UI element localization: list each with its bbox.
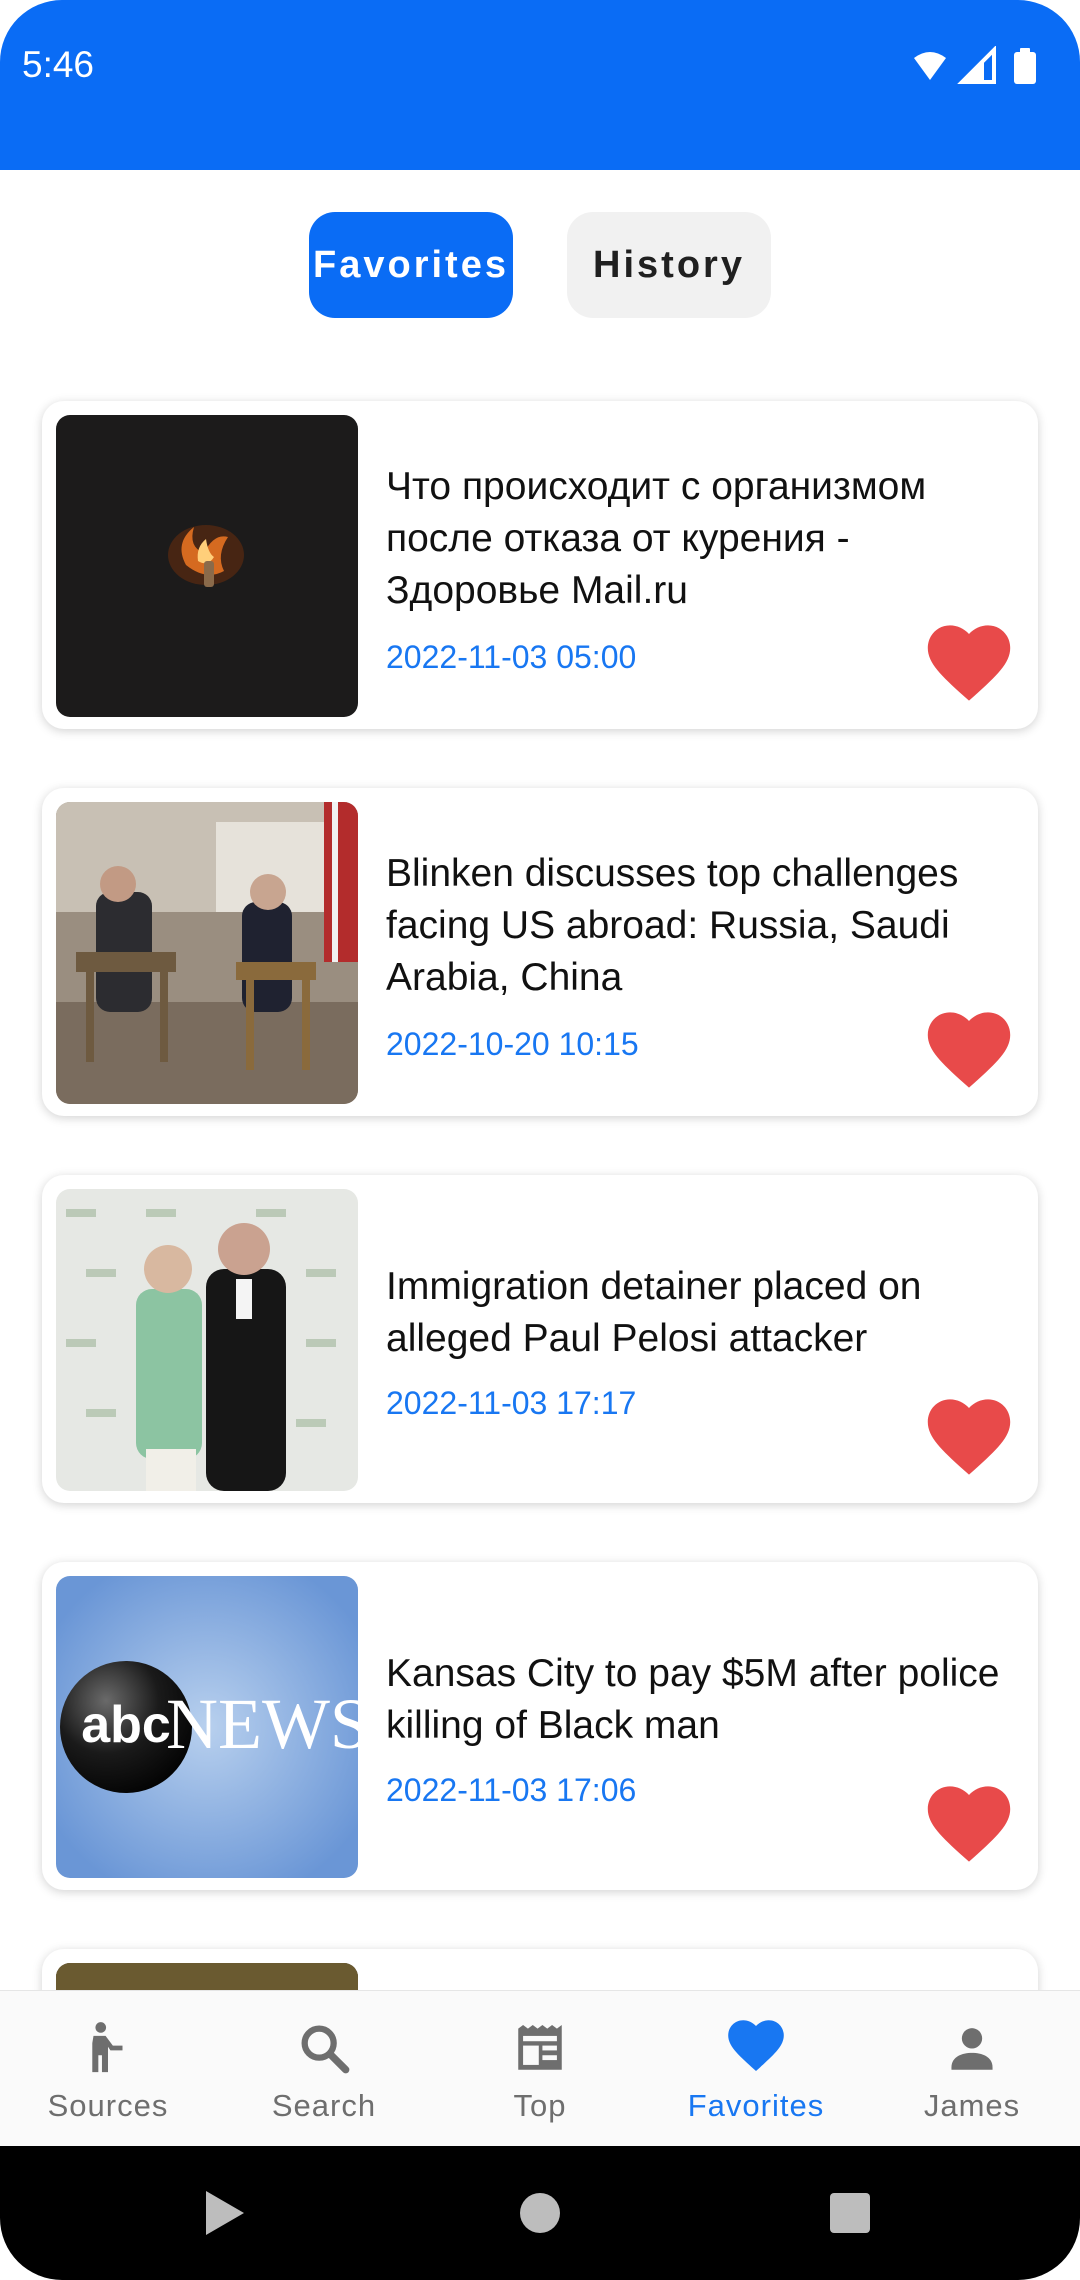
bottom-navigation: Sources Search Top Favorites James (0, 1990, 1080, 2147)
nav-label: Search (271, 2088, 377, 2123)
nav-label: Sources (47, 2088, 169, 2123)
nav-item-favorites[interactable]: Favorites (648, 1991, 864, 2147)
article-date: 2022-10-20 10:15 (386, 1026, 639, 1062)
nav-item-top[interactable]: Top (432, 1991, 648, 2147)
system-navigation-bar (0, 2146, 1080, 2280)
article-thumbnail: abc NEWS (56, 1576, 358, 1878)
thumbnail-logo-text: abc (81, 1696, 171, 1754)
article-date: 2022-11-03 17:17 (386, 1385, 637, 1421)
recents-icon[interactable] (830, 2193, 870, 2233)
nav-label: Top (513, 2088, 567, 2123)
article-thumbnail (56, 1189, 358, 1491)
wifi-signal-battery-icon (914, 45, 1036, 84)
nav-label: James (923, 2088, 1021, 2123)
thumbnail-logo-text: NEWS (166, 1684, 358, 1764)
person-walk-icon (92, 2022, 123, 2073)
article-card[interactable]: Что происходит с организмом после отказа… (42, 401, 1038, 729)
search-icon (301, 2025, 350, 2074)
article-date: 2022-11-03 05:00 (386, 639, 637, 675)
article-card[interactable]: Blinken discusses top challenges facing … (42, 788, 1038, 1116)
nav-item-james[interactable]: James (864, 1991, 1080, 2147)
system-status-icons (910, 45, 1060, 86)
tab-history[interactable]: History (567, 212, 771, 318)
article-card[interactable]: Immigration detainer placed on alleged P… (42, 1175, 1038, 1503)
favorite-heart-icon[interactable] (926, 623, 1012, 703)
article-thumbnail (56, 802, 358, 1104)
nav-item-search[interactable]: Search (216, 1991, 432, 2147)
article-title: Blinken discusses top challenges facing … (386, 852, 959, 999)
article-title: Kansas City to pay $5M after police kill… (386, 1652, 1000, 1747)
article-thumbnail (56, 415, 358, 717)
article-card[interactable]: abc NEWS Kansas City to pay $5M after po… (42, 1562, 1038, 1890)
tab-bar: Favorites History (0, 212, 1080, 318)
article-title: Что происходит с организмом после отказа… (386, 465, 927, 612)
favorite-heart-icon[interactable] (926, 1784, 1012, 1864)
status-bar: 5:46 (0, 0, 1080, 170)
status-time: 5:46 (22, 44, 95, 85)
back-icon[interactable] (206, 2191, 244, 2235)
favorite-heart-icon[interactable] (926, 1010, 1012, 1090)
nav-label: Favorites (687, 2088, 825, 2123)
article-title: Immigration detainer placed on alleged P… (386, 1265, 922, 1360)
newspaper-icon (518, 2025, 562, 2070)
tab-favorites[interactable]: Favorites (309, 212, 513, 318)
nav-item-sources[interactable]: Sources (0, 1991, 216, 2147)
person-icon (951, 2028, 993, 2070)
article-date: 2022-11-03 17:06 (386, 1772, 637, 1808)
favorite-heart-icon[interactable] (926, 1397, 1012, 1477)
heart-icon (728, 2020, 784, 2071)
home-icon[interactable] (520, 2193, 560, 2233)
